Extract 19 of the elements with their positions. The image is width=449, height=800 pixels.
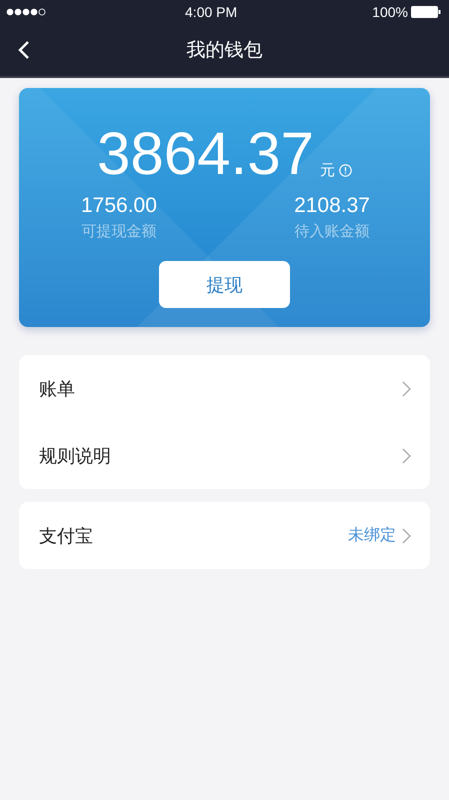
currency-unit: 元 [320, 161, 335, 180]
chevron-icon [402, 448, 411, 464]
stat-value: 2108.37 [294, 194, 370, 218]
info-icon[interactable] [338, 164, 352, 177]
menu-item[interactable]: 账单 [19, 355, 430, 422]
stat-label: 待入账金额 [294, 222, 370, 241]
menu-item[interactable]: 规则说明 [19, 422, 430, 489]
stat-value: 1756.00 [81, 194, 157, 218]
balance-amount: 3864.37 [97, 122, 314, 186]
chevron-icon [402, 380, 411, 396]
battery-icon [410, 6, 441, 18]
menu-item[interactable]: 支付宝 未绑定 [19, 502, 430, 569]
withdraw-button[interactable]: 提现 [159, 261, 290, 308]
binding-status: 未绑定 [348, 525, 396, 546]
battery-percent: 100% [372, 4, 408, 20]
stat-label: 可提现金额 [81, 222, 156, 241]
chevron-icon [402, 528, 411, 544]
page-title: 我的钱包 [186, 38, 262, 63]
status-time: 4:00 PM [185, 4, 238, 20]
